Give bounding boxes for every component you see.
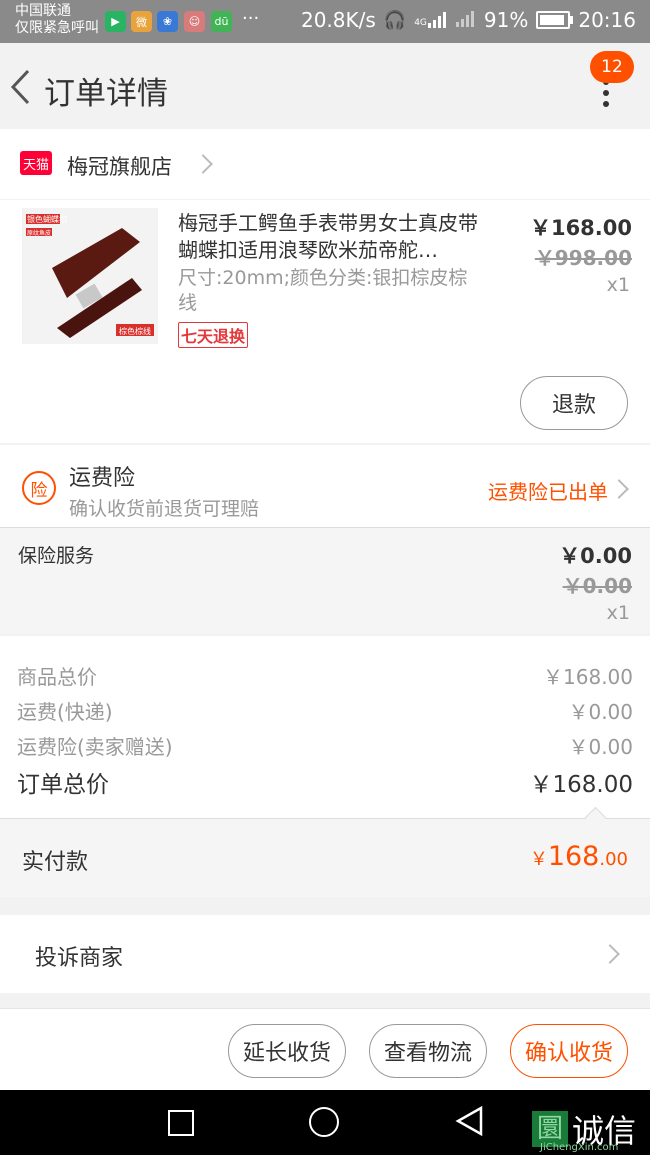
battery-icon bbox=[536, 11, 574, 29]
insurance-status: 运费险已出单 bbox=[488, 480, 608, 504]
image-label-clasp: 银色蝴蝶扣 bbox=[27, 215, 67, 224]
chevron-right-icon bbox=[609, 479, 629, 499]
service-quantity: x1 bbox=[606, 602, 630, 624]
extend-receipt-button[interactable]: 延长收货 bbox=[228, 1024, 346, 1078]
product-original-price: ￥998.00 bbox=[534, 246, 632, 270]
status-bar: 中国联通 仅限紧急呼叫 ▶ 微 ❀ ☺ dū ··· 20.8K/s 🎧 4G … bbox=[0, 0, 650, 43]
system-nav-bar: 圜 诚信 JiChengXin.com bbox=[0, 1090, 650, 1155]
signal-2-icon bbox=[455, 8, 476, 32]
summary-label-insurance: 运费险(卖家赠送) bbox=[17, 735, 173, 759]
status-right: 20.8K/s 🎧 4G 91% 20:16 bbox=[301, 8, 636, 32]
order-total-label: 订单总价 bbox=[17, 772, 109, 798]
baidu-icon: ❀ bbox=[157, 11, 178, 32]
product-title: 梅冠手工鳄鱼手表带男女士真皮带蝴蝶扣适用浪琴欧米茄帝舵… bbox=[178, 211, 478, 262]
order-total-value: ￥168.00 bbox=[529, 772, 633, 798]
price-summary: 商品总价 ￥168.00 运费(快递) ￥0.00 运费险(卖家赠送) ￥0.0… bbox=[0, 636, 650, 818]
product-quantity: x1 bbox=[606, 274, 630, 296]
insurance-icon: 险 bbox=[22, 471, 56, 505]
product-price: ￥168.00 bbox=[529, 216, 632, 240]
page-title: 订单详情 bbox=[44, 76, 168, 112]
service-original-price: ￥0.00 bbox=[562, 574, 632, 598]
weibo-icon: 微 bbox=[131, 11, 152, 32]
signal-icon: 4G bbox=[414, 12, 448, 28]
play-store-icon: ▶ bbox=[105, 11, 126, 32]
insurance-service-item: 保险服务 ￥0.00 ￥0.00 x1 bbox=[0, 528, 650, 634]
confirm-receipt-button[interactable]: 确认收货 bbox=[510, 1024, 628, 1078]
shipping-insurance-row[interactable]: 险 运费险 确认收货前退货可理赔 运费险已出单 bbox=[0, 445, 650, 527]
shop-row[interactable]: 天猫 梅冠旗舰店 bbox=[0, 129, 650, 199]
paid-label: 实付款 bbox=[22, 850, 89, 875]
summary-label-shipping: 运费(快递) bbox=[17, 700, 113, 724]
summary-value-insurance: ￥0.00 bbox=[568, 735, 633, 759]
summary-value-shipping: ￥0.00 bbox=[568, 700, 633, 724]
product-sku: 尺寸:20mm;颜色分类:银扣棕皮棕线 bbox=[178, 267, 468, 314]
more-notifications-icon: ··· bbox=[242, 8, 260, 29]
service-name: 保险服务 bbox=[18, 545, 95, 567]
paid-amount: ￥ 168 .00 bbox=[529, 841, 628, 872]
back-system-button[interactable] bbox=[455, 1105, 483, 1140]
chevron-right-icon bbox=[193, 154, 213, 174]
complain-merchant-row[interactable]: 投诉商家 bbox=[0, 915, 650, 993]
chevron-right-icon bbox=[600, 944, 620, 964]
summary-value-goods: ￥168.00 bbox=[543, 665, 633, 689]
more-menu-icon[interactable] bbox=[600, 79, 612, 109]
product-image: 银色蝴蝶扣 原纹鱼皮 棕色棕线 bbox=[22, 208, 158, 344]
paid-amount-row: 实付款 ￥ 168 .00 bbox=[0, 819, 650, 897]
battery-percent: 91% bbox=[483, 8, 529, 32]
summary-label-goods: 商品总价 bbox=[17, 665, 97, 689]
image-label-leather: 原纹鱼皮 bbox=[27, 230, 52, 237]
product-item[interactable]: 银色蝴蝶扣 原纹鱼皮 棕色棕线 梅冠手工鳄鱼手表带男女士真皮带蝴蝶扣适用浪琴欧米… bbox=[0, 200, 650, 443]
insurance-subtitle: 确认收货前退货可理赔 bbox=[69, 498, 260, 520]
image-label-thread: 棕色棕线 bbox=[119, 327, 151, 336]
shop-name: 梅冠旗舰店 bbox=[67, 155, 172, 179]
back-button[interactable] bbox=[8, 67, 38, 107]
message-count-badge: 12 bbox=[590, 51, 634, 83]
complain-merchant-label: 投诉商家 bbox=[35, 946, 124, 971]
refund-button[interactable]: 退款 bbox=[520, 376, 628, 430]
view-logistics-button[interactable]: 查看物流 bbox=[369, 1024, 487, 1078]
home-button[interactable] bbox=[309, 1107, 339, 1137]
tmall-logo: 天猫 bbox=[20, 151, 52, 175]
clock: 20:16 bbox=[578, 8, 636, 32]
net-speed: 20.8K/s bbox=[300, 8, 376, 32]
carrier-info: 中国联通 仅限紧急呼叫 bbox=[15, 3, 99, 36]
du-app-icon: dū bbox=[211, 11, 232, 32]
seven-day-return-tag: 七天退换 bbox=[178, 322, 249, 348]
insurance-title: 运费险 bbox=[69, 466, 136, 491]
watermark-subtext: JiChengXin.com bbox=[540, 1142, 619, 1153]
action-bar: 延长收货 查看物流 确认收货 bbox=[0, 1008, 650, 1091]
service-price: ￥0.00 bbox=[559, 544, 632, 568]
nav-bar: 订单详情 12 bbox=[0, 43, 650, 129]
recent-apps-button[interactable] bbox=[168, 1110, 194, 1136]
headset-icon: 🎧 bbox=[383, 9, 407, 31]
avatar-app-icon: ☺ bbox=[184, 11, 205, 32]
